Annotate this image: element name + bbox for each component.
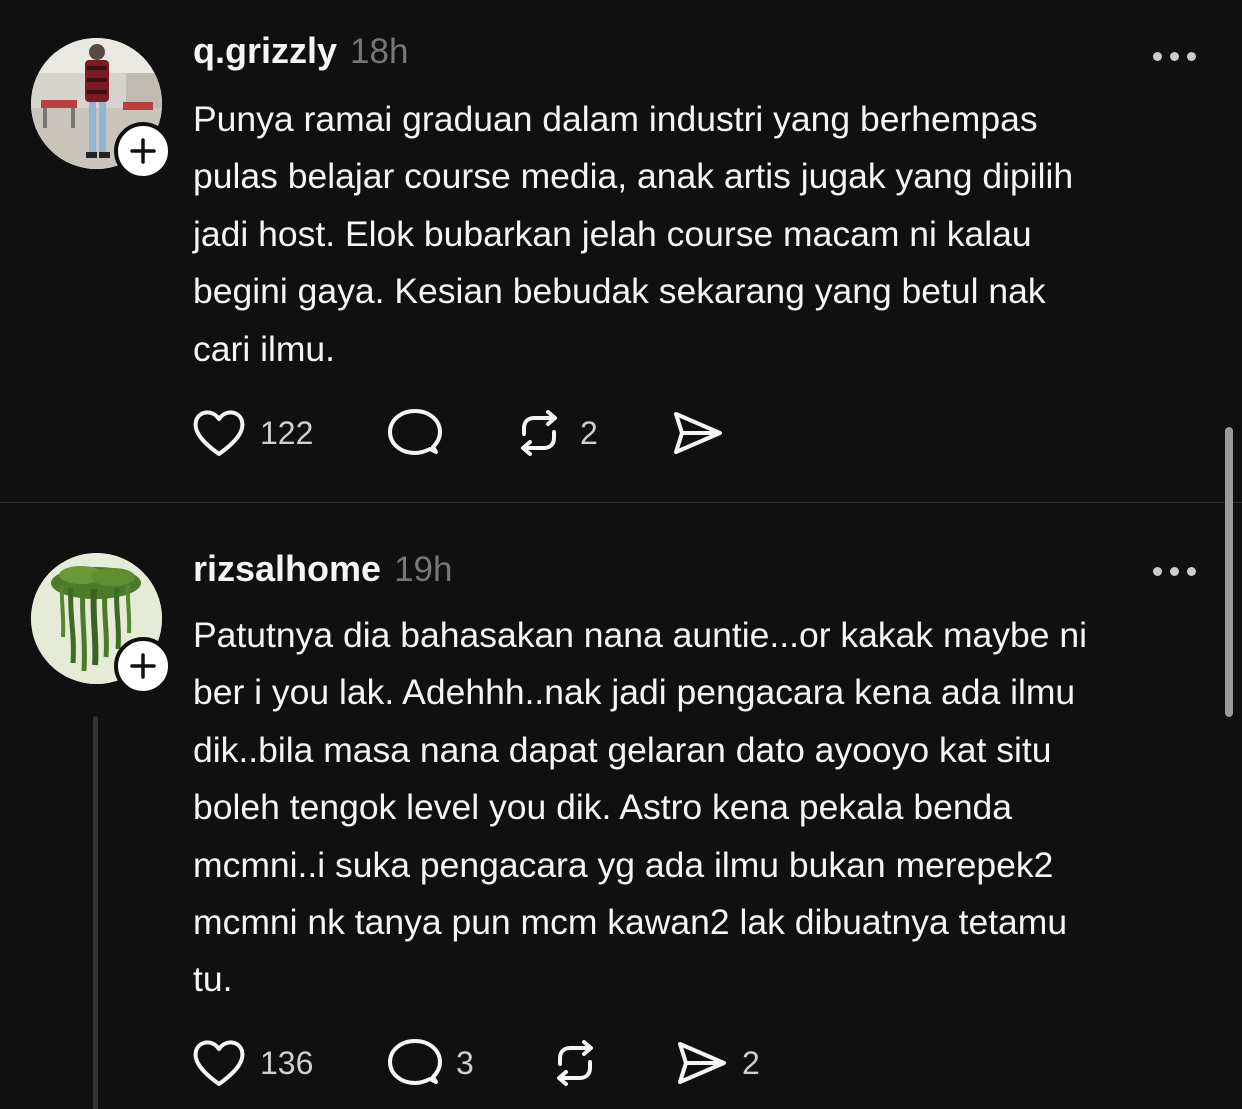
repost-icon: [557, 1040, 593, 1086]
send-icon: [678, 1042, 726, 1084]
post-text: Punya ramai graduan dalam industri yang …: [193, 99, 1074, 369]
share-button[interactable]: [668, 403, 738, 463]
like-button[interactable]: 136: [190, 1033, 313, 1093]
heart-icon: [193, 410, 245, 456]
like-button[interactable]: 122: [190, 403, 313, 463]
send-icon: [674, 412, 722, 454]
more-icon: [1153, 52, 1162, 61]
repost-button[interactable]: [546, 1033, 616, 1093]
like-count: 122: [260, 414, 314, 451]
more-icon: [1153, 567, 1162, 576]
post[interactable]: q.grizzly 18h Punya ramai graduan dalam …: [0, 0, 1242, 502]
timestamp: 19h: [394, 550, 453, 589]
reply-count: 3: [456, 1044, 474, 1081]
post-header: q.grizzly 18h: [193, 30, 408, 72]
repost-button[interactable]: 2: [510, 403, 598, 463]
more-options-button[interactable]: [1153, 567, 1196, 576]
avatar-container[interactable]: [31, 553, 172, 695]
follow-button[interactable]: [114, 122, 172, 180]
timestamp: 18h: [350, 32, 409, 71]
thread-line: [93, 716, 98, 1109]
more-options-button[interactable]: [1153, 52, 1196, 61]
reply-button[interactable]: 3: [386, 1033, 474, 1093]
plus-icon: [130, 138, 156, 164]
post-text: Patutnya dia bahasakan nana auntie...or …: [193, 615, 1088, 1000]
share-count: 2: [742, 1044, 760, 1081]
follow-button[interactable]: [114, 637, 172, 695]
username[interactable]: q.grizzly: [193, 30, 337, 72]
repost-icon: [521, 410, 557, 456]
post[interactable]: rizsalhome 19h Patutnya dia bahasakan na…: [0, 503, 1242, 1109]
share-button[interactable]: 2: [672, 1033, 760, 1093]
comment-icon: [388, 1039, 442, 1085]
username[interactable]: rizsalhome: [193, 548, 381, 590]
comment-icon: [388, 409, 442, 455]
threads-feed: q.grizzly 18h Punya ramai graduan dalam …: [0, 0, 1242, 1109]
heart-icon: [193, 1040, 245, 1086]
repost-count: 2: [580, 414, 598, 451]
avatar-container[interactable]: [31, 38, 172, 180]
plus-icon: [130, 653, 156, 679]
like-count: 136: [260, 1044, 314, 1081]
post-header: rizsalhome 19h: [193, 548, 452, 590]
reply-button[interactable]: [386, 403, 456, 463]
scrollbar[interactable]: [1225, 427, 1233, 717]
